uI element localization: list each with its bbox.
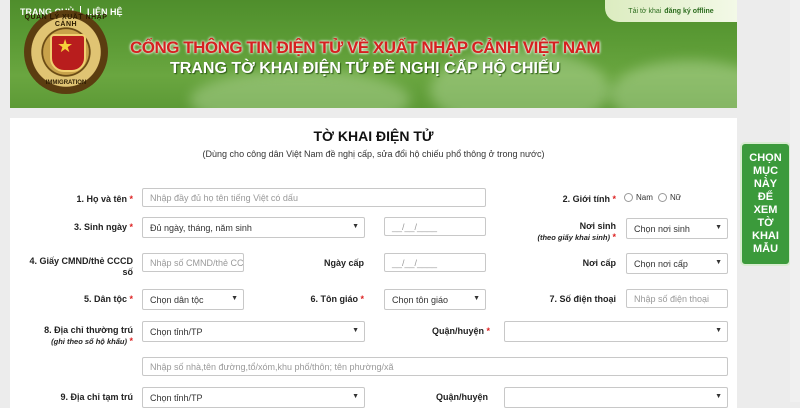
form-subtitle: (Dùng cho công dân Việt Nam đề nghị cấp,…: [202, 149, 545, 159]
required-mark: *: [486, 326, 490, 336]
temp-province-select[interactable]: Chọn tỉnh/TP ▼: [142, 387, 365, 408]
gender-female-label: Nữ: [670, 193, 682, 202]
side-button-line: MẪU: [752, 243, 779, 255]
chevron-down-icon: ▼: [715, 327, 722, 334]
religion-select[interactable]: Chọn tôn giáo ▼: [384, 289, 486, 310]
chevron-down-icon: ▼: [231, 295, 238, 302]
permanent-address-note: (ghi theo sổ hộ khẩu): [51, 337, 127, 346]
offline-download-link[interactable]: Tải tờ khai đăng ký offline: [605, 0, 737, 22]
permanent-address-label: 8. Địa chỉ thường trú (ghi theo sổ hộ kh…: [20, 325, 133, 347]
chevron-down-icon: ▼: [715, 259, 722, 266]
issue-place-label: Nơi cấp: [582, 258, 616, 268]
gender-label-text: 2. Giới tính: [562, 194, 610, 204]
permanent-district-label: Quận/huyện *: [390, 326, 490, 336]
birthplace-value: Chọn nơi sinh: [634, 224, 690, 234]
issue-place-select[interactable]: Chọn nơi cấp ▼: [626, 253, 728, 274]
birthplace-label-text: Nơi sinh: [579, 221, 616, 231]
religion-label: 6. Tôn giáo *: [280, 294, 364, 304]
required-mark: *: [129, 294, 133, 304]
radio-circle-icon: [658, 193, 667, 202]
issue-date-input[interactable]: __/__/____: [384, 253, 486, 272]
issue-place-value: Chọn nơi cấp: [634, 259, 688, 269]
permanent-district-label-text: Quận/huyện: [431, 326, 484, 336]
permanent-province-select[interactable]: Chọn tỉnh/TP ▼: [142, 321, 365, 342]
radio-circle-icon: [624, 193, 633, 202]
dob-type-select[interactable]: Đủ ngày, tháng, năm sinh ▼: [142, 217, 365, 238]
portal-title: CỔNG THÔNG TIN ĐIỆN TỬ VỀ XUẤT NHẬP CẢNH…: [130, 38, 601, 57]
offline-link-text: đăng ký offline: [664, 7, 714, 15]
phone-label: 7. Số điện thoại: [549, 294, 616, 304]
required-mark: *: [612, 232, 616, 242]
chevron-down-icon: ▼: [715, 224, 722, 231]
required-mark: *: [612, 194, 616, 204]
dob-date-input[interactable]: __/__/____: [384, 217, 486, 236]
side-button-line: TỜ: [757, 217, 774, 229]
ethnic-select[interactable]: Chọn dân tộc ▼: [142, 289, 244, 310]
gender-label: 2. Giới tính *: [530, 194, 616, 204]
fullname-label-text: 1. Họ và tên: [76, 194, 127, 204]
view-sample-form-button[interactable]: CHỌN MỤC NÀY ĐỂ XEM TỜ KHAI MẪU: [740, 142, 791, 266]
temp-district-label: Quận/huyện: [435, 392, 488, 402]
form-panel: TỜ KHAI ĐIỆN TỬ (Dùng cho công dân Việt …: [10, 118, 737, 408]
ethnic-label: 5. Dân tộc *: [30, 294, 133, 304]
chevron-down-icon: ▼: [473, 295, 480, 302]
chevron-down-icon: ▼: [352, 393, 359, 400]
permanent-province-value: Chọn tỉnh/TP: [150, 327, 203, 337]
chevron-down-icon: ▼: [352, 327, 359, 334]
dob-label-text: 3. Sinh ngày: [73, 222, 127, 232]
cloud-decoration: [430, 50, 610, 108]
permanent-address-label-text: 8. Địa chỉ thường trú: [44, 325, 133, 335]
portal-subtitle: TRANG TỜ KHAI ĐIỆN TỬ ĐỀ NGHỊ CẤP HỘ CHI…: [170, 60, 561, 77]
temp-address-label: 9. Địa chỉ tạm trú: [60, 392, 133, 402]
birthplace-select[interactable]: Chọn nơi sinh ▼: [626, 218, 728, 239]
side-button-line: CHỌN: [749, 152, 782, 164]
emblem-top-text: QUẢN LÝ XUẤT NHẬP CẢNH: [24, 14, 108, 28]
ethnic-label-text: 5. Dân tộc: [83, 294, 127, 304]
birthplace-label: Nơi sinh (theo giấy khai sinh) *: [510, 221, 616, 243]
required-mark: *: [129, 194, 133, 204]
site-header: TRANG CHỦ LIÊN HỆ Tải tờ khai đăng ký of…: [10, 0, 737, 108]
religion-value: Chọn tôn giáo: [392, 295, 449, 305]
ethnic-value: Chọn dân tộc: [150, 295, 204, 305]
immigration-emblem-logo: QUẢN LÝ XUẤT NHẬP CẢNH ★ IMMIGRATION: [24, 10, 108, 94]
permanent-district-select[interactable]: ▼: [504, 321, 728, 342]
form-title: TỜ KHAI ĐIỆN TỬ: [313, 128, 434, 144]
fullname-input[interactable]: Nhập đầy đủ họ tên tiếng Việt có dấu: [142, 188, 486, 207]
issue-date-label: Ngày cấp: [323, 258, 364, 268]
religion-label-text: 6. Tôn giáo: [310, 294, 358, 304]
side-button-line: MỤC: [752, 165, 779, 177]
chevron-down-icon: ▼: [715, 393, 722, 400]
idcard-input[interactable]: Nhập số CMND/thẻ CCC: [142, 253, 244, 272]
fullname-label: 1. Họ và tên *: [30, 194, 133, 204]
page-scrollbar[interactable]: [790, 0, 800, 402]
offline-prefix: Tải tờ khai: [628, 7, 662, 15]
required-mark: *: [129, 336, 133, 346]
side-button-line: ĐỂ: [757, 191, 774, 203]
gender-male-label: Nam: [636, 193, 653, 202]
side-button-line: KHAI: [752, 230, 779, 242]
cloud-decoration: [610, 60, 737, 108]
dob-label: 3. Sinh ngày *: [30, 222, 133, 232]
gender-male-radio[interactable]: Nam: [624, 193, 653, 202]
idcard-label-line2: số: [122, 267, 133, 277]
idcard-label-line1: 4. Giấy CMND/thẻ CCCD: [29, 256, 133, 266]
star-icon: ★: [57, 36, 74, 56]
permanent-street-input[interactable]: Nhập số nhà,tên đường,tổ/xóm,khu phố/thô…: [142, 357, 728, 376]
birthplace-note: (theo giấy khai sinh): [537, 233, 610, 242]
side-button-line: XEM: [753, 204, 778, 216]
gender-female-radio[interactable]: Nữ: [658, 193, 681, 202]
temp-district-select[interactable]: ▼: [504, 387, 728, 408]
emblem-bottom-text: IMMIGRATION: [45, 80, 87, 86]
idcard-label: 4. Giấy CMND/thẻ CCCD số: [20, 256, 133, 278]
chevron-down-icon: ▼: [352, 223, 359, 230]
side-button-line: NÀY: [753, 178, 778, 190]
dob-type-value: Đủ ngày, tháng, năm sinh: [150, 223, 252, 233]
phone-input[interactable]: Nhập số điện thoại: [626, 289, 728, 308]
required-mark: *: [129, 222, 133, 232]
required-mark: *: [360, 294, 364, 304]
